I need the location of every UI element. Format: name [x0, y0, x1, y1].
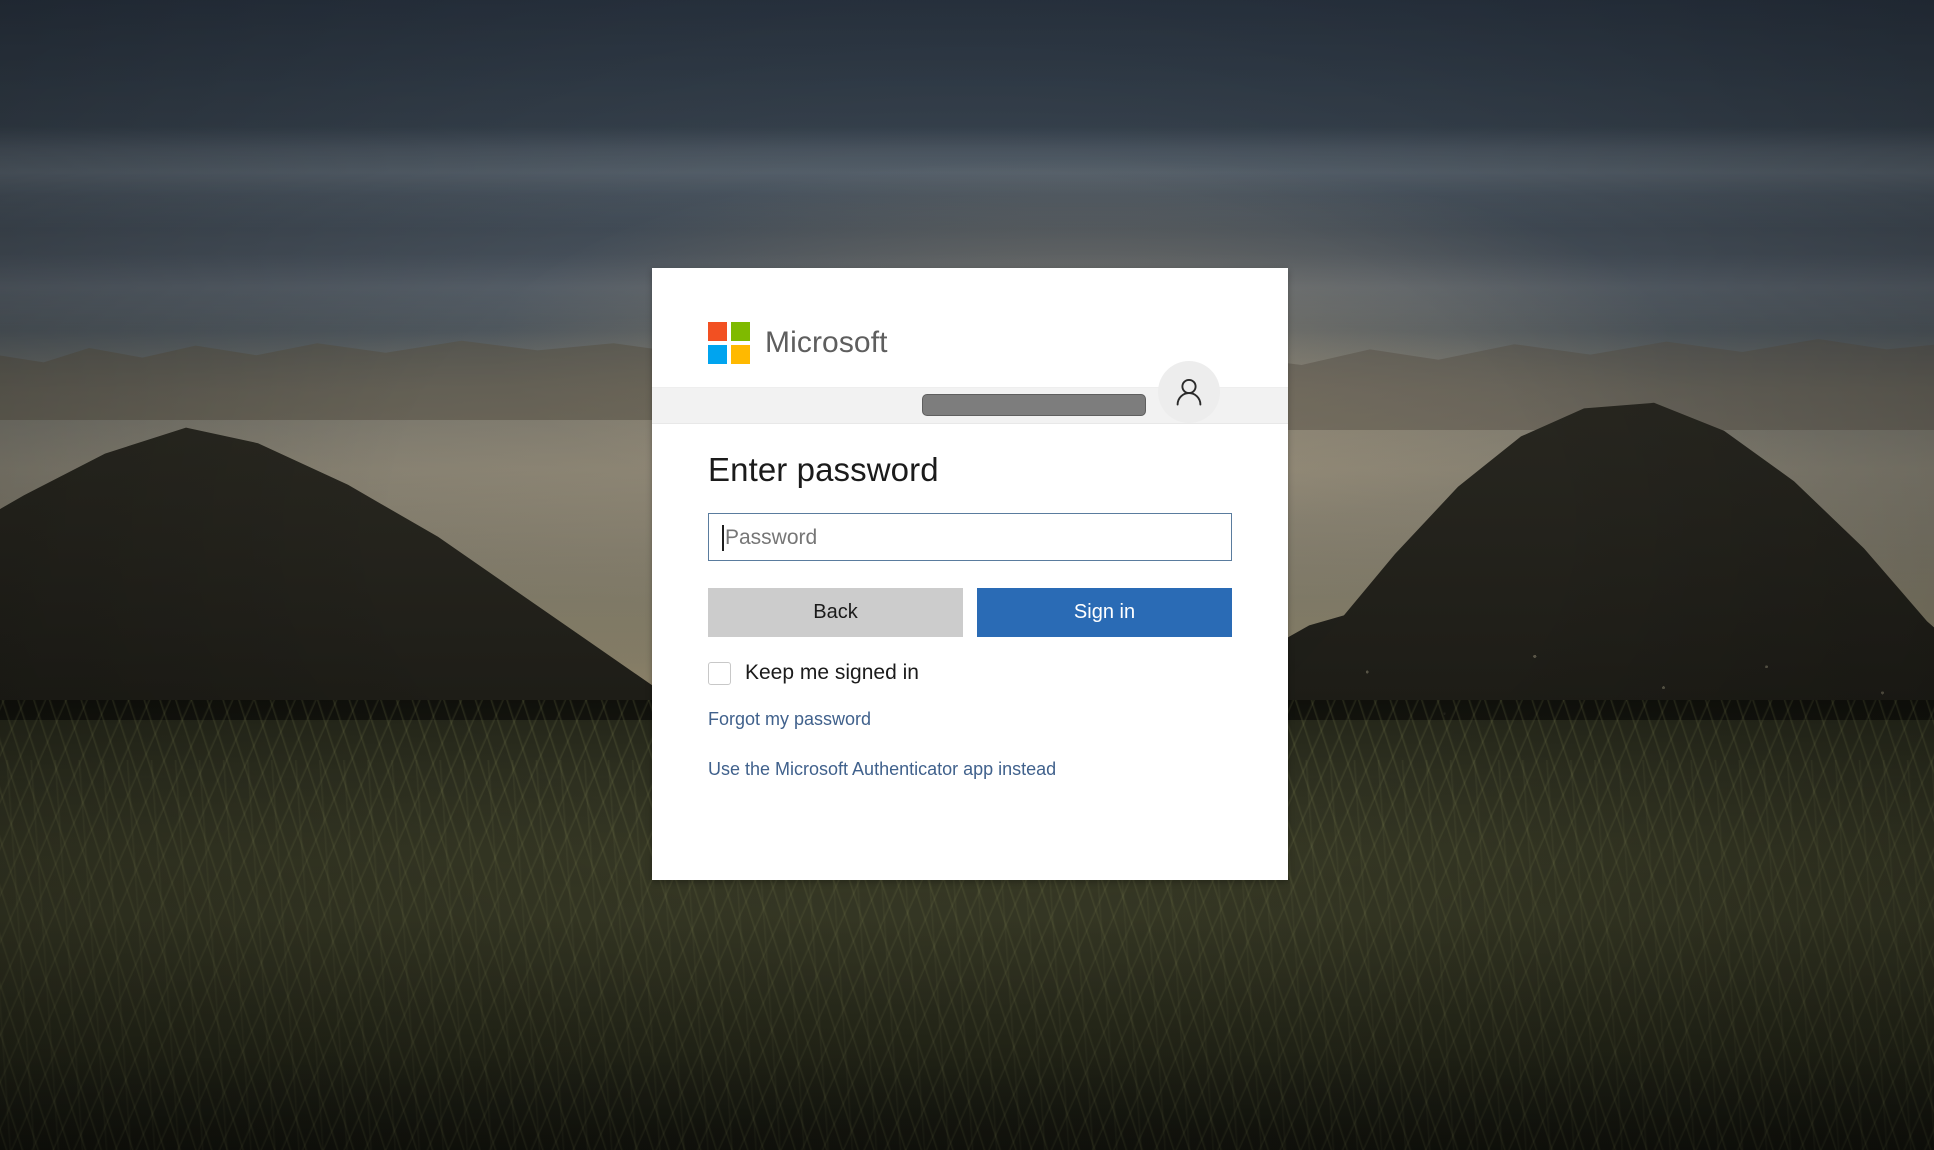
- microsoft-wordmark: Microsoft: [765, 326, 888, 359]
- microsoft-logo-icon: [708, 322, 750, 364]
- microsoft-branding: Microsoft: [708, 322, 888, 364]
- sign-in-card: Microsoft Enter password Password Back S…: [652, 268, 1288, 880]
- person-icon: [1176, 378, 1202, 406]
- keep-signed-in-checkbox[interactable]: [708, 661, 731, 685]
- back-button[interactable]: Back: [708, 588, 963, 637]
- page-title: Enter password: [708, 451, 939, 488]
- password-placeholder: Password: [725, 525, 818, 549]
- logo-tile-red: [708, 322, 727, 341]
- keep-signed-in-label: Keep me signed in: [745, 661, 919, 684]
- logo-tile-blue: [708, 345, 727, 364]
- forgot-password-link[interactable]: Forgot my password: [708, 709, 1232, 731]
- logo-tile-green: [731, 322, 750, 341]
- keep-signed-in-row[interactable]: Keep me signed in: [708, 661, 1232, 685]
- action-buttons: Back Sign in: [708, 588, 1232, 637]
- password-input[interactable]: Password: [708, 513, 1232, 561]
- card-content: Enter password Password Back Sign in Kee…: [708, 451, 1232, 780]
- avatar[interactable]: [1158, 361, 1220, 423]
- text-cursor: [722, 525, 724, 551]
- authenticator-app-link[interactable]: Use the Microsoft Authenticator app inst…: [708, 759, 1232, 781]
- redacted-account-email: [922, 394, 1146, 416]
- logo-tile-yellow: [731, 345, 750, 364]
- sign-in-button[interactable]: Sign in: [977, 588, 1232, 637]
